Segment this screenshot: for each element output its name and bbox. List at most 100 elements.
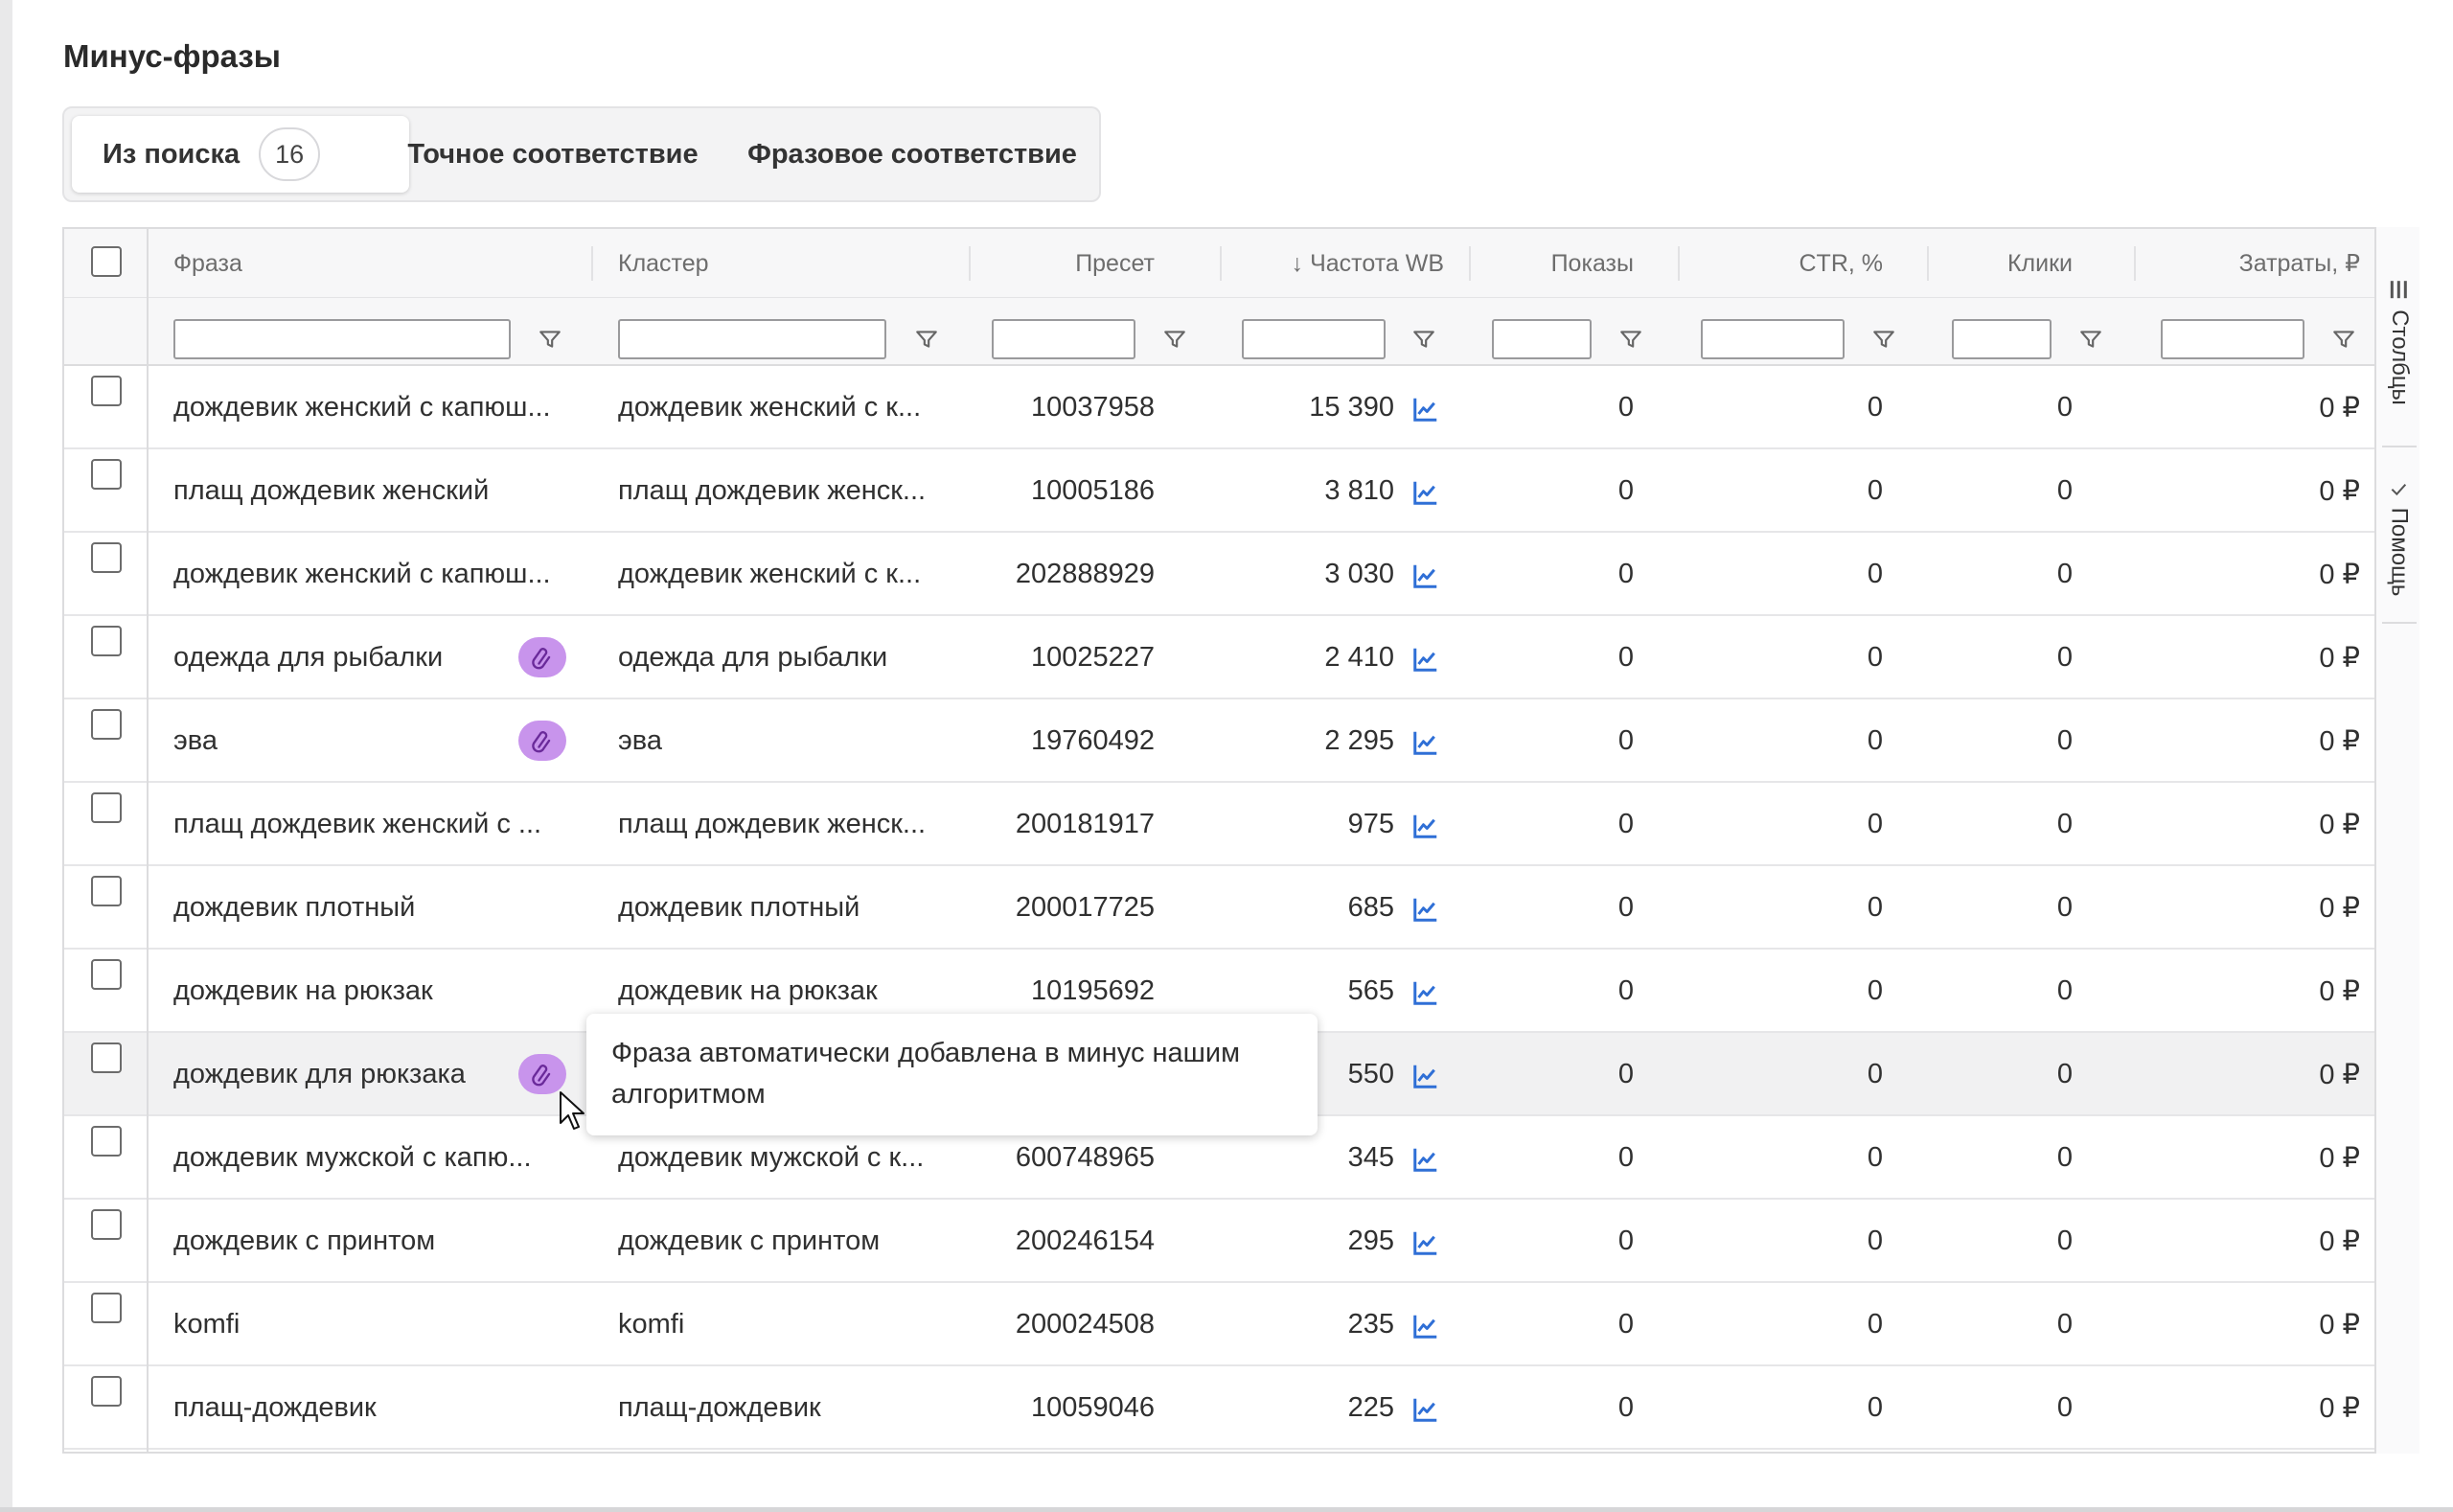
frequency-chart-icon[interactable] — [1411, 728, 1440, 757]
cell-shows: 0 — [1617, 642, 1634, 673]
column-header-preset[interactable]: Пресет — [984, 229, 1155, 298]
table-row[interactable]: дождевик плотный дождевик плотный 20001772… — [64, 866, 2418, 950]
frequency-chart-icon[interactable] — [1411, 1395, 1440, 1424]
cell-cluster: дождевик женский с к... — [618, 392, 922, 423]
filter-icon[interactable] — [1871, 327, 1896, 352]
cell-cluster: дождевик женский с к... — [618, 559, 922, 589]
filter-input-cluster[interactable] — [618, 319, 886, 359]
cell-phrase: дождевик с принтом — [173, 1226, 436, 1256]
filter-input-cost[interactable] — [2161, 319, 2304, 359]
tab-exact-match-label: Точное соответствие — [407, 138, 699, 170]
cell-shows: 0 — [1617, 559, 1634, 589]
cell-cost: 0 ₽ — [2319, 1143, 2360, 1174]
row-checkbox[interactable] — [91, 626, 122, 656]
column-header-phrase[interactable]: Фраза — [173, 229, 413, 298]
frequency-chart-icon[interactable] — [1411, 1228, 1440, 1257]
cell-shows: 0 — [1617, 1226, 1634, 1256]
cell-ctr: 0 — [1867, 1309, 1883, 1340]
auto-minus-badge[interactable] — [518, 721, 566, 761]
cell-clicks: 0 — [2056, 559, 2073, 589]
table-row[interactable]: плащ-дождевик плащ-дождевик 10059046 225 0 0 0… — [64, 1366, 2418, 1450]
row-checkbox[interactable] — [91, 709, 122, 740]
cell-ctr: 0 — [1867, 1226, 1883, 1256]
table-row[interactable]: плащ дождевик женский плащ дождевик женск… — [64, 449, 2418, 533]
row-checkbox[interactable] — [91, 1042, 122, 1073]
filter-input-preset[interactable] — [992, 319, 1135, 359]
cell-preset: 10037958 — [1030, 392, 1155, 423]
cell-cost: 0 ₽ — [2319, 1310, 2360, 1340]
cell-shows: 0 — [1617, 1392, 1634, 1423]
filter-input-ctr[interactable] — [1701, 319, 1845, 359]
auto-minus-badge[interactable] — [518, 637, 566, 677]
row-checkbox[interactable] — [91, 1209, 122, 1240]
tab-phrase-match[interactable]: Фразовое соответствие — [725, 116, 1099, 193]
row-checkbox[interactable] — [91, 1126, 122, 1157]
filter-icon[interactable] — [1162, 327, 1187, 352]
table-row[interactable]: одежда для рыбалки одежда для рыбалки 1002… — [64, 616, 2418, 699]
filter-icon[interactable] — [1411, 327, 1436, 352]
select-all-checkbox[interactable] — [91, 246, 122, 277]
page-title: Минус-фразы — [63, 38, 281, 74]
tab-exact-match[interactable]: Точное соответствие — [380, 116, 725, 193]
row-checkbox[interactable] — [91, 959, 122, 990]
column-header-shows[interactable]: Показы — [1482, 229, 1634, 298]
table-row[interactable]: дождевик женский с капюш... дождевик женс… — [64, 533, 2418, 616]
tab-from-search[interactable]: Из поиска 16 — [72, 116, 409, 193]
column-header-clicks[interactable]: Клики — [1942, 229, 2073, 298]
frequency-chart-icon[interactable] — [1411, 561, 1440, 590]
cell-clicks: 0 — [2056, 392, 2073, 423]
column-header-cost[interactable]: Затраты, ₽ — [2149, 229, 2360, 298]
table-row[interactable]: дождевик с принтом дождевик с принтом 2002… — [64, 1200, 2418, 1283]
filter-icon[interactable] — [538, 327, 562, 352]
cell-phrase: плащ дождевик женский с ... — [173, 809, 542, 839]
cell-shows: 0 — [1617, 392, 1634, 423]
row-checkbox[interactable] — [91, 376, 122, 406]
paperclip-icon — [532, 1065, 551, 1087]
frequency-chart-icon[interactable] — [1411, 812, 1440, 840]
filter-input-phrase[interactable] — [173, 319, 511, 359]
cell-phrase: эва — [173, 725, 218, 756]
filter-input-clicks[interactable] — [1952, 319, 2052, 359]
cell-clicks: 0 — [2056, 1059, 2073, 1089]
cell-shows: 0 — [1617, 725, 1634, 756]
frequency-chart-icon[interactable] — [1411, 1312, 1440, 1340]
column-separator — [969, 246, 971, 281]
table-row[interactable]: komfi komfi 200024508 235 0 0 0 0 ₽ — [64, 1283, 2418, 1366]
cell-freq-wb: 225 — [1347, 1392, 1394, 1423]
row-checkbox[interactable] — [91, 792, 122, 823]
cell-clicks: 0 — [2056, 809, 2073, 839]
filter-input-freq[interactable] — [1242, 319, 1386, 359]
cell-shows: 0 — [1617, 1309, 1634, 1340]
frequency-chart-icon[interactable] — [1411, 645, 1440, 674]
row-checkbox[interactable] — [91, 1293, 122, 1323]
bottom-divider — [0, 1507, 2453, 1512]
frequency-chart-icon[interactable] — [1411, 478, 1440, 507]
frequency-chart-icon[interactable] — [1411, 978, 1440, 1007]
column-header-cluster[interactable]: Кластер — [618, 229, 858, 298]
columns-tool-tab[interactable]: Столбцы — [2376, 275, 2421, 409]
auto-minus-badge[interactable] — [518, 1054, 566, 1094]
table-row[interactable]: дождевик женский с капюш... дождевик женс… — [64, 366, 2418, 449]
frequency-chart-icon[interactable] — [1411, 895, 1440, 924]
cell-cluster: плащ дождевик женск... — [618, 809, 927, 839]
frequency-chart-icon[interactable] — [1411, 1145, 1440, 1174]
frequency-chart-icon[interactable] — [1411, 395, 1440, 424]
filter-icon[interactable] — [1618, 327, 1643, 352]
filter-icon[interactable] — [2078, 327, 2103, 352]
filter-icon[interactable] — [2331, 327, 2356, 352]
row-checkbox[interactable] — [91, 542, 122, 573]
column-header-ctr[interactable]: CTR, % — [1693, 229, 1884, 298]
cell-ctr: 0 — [1867, 975, 1883, 1006]
filter-icon[interactable] — [914, 327, 939, 352]
cell-phrase: одежда для рыбалки — [173, 642, 444, 673]
table-row[interactable]: эва эва 19760492 2 295 0 0 0 0 ₽ — [64, 699, 2418, 783]
help-tool-tab[interactable]: Помощь — [2376, 467, 2421, 610]
table-row[interactable]: плащ дождевик женский с ... плащ дождевик… — [64, 783, 2418, 866]
filter-row — [64, 298, 2418, 366]
filter-input-shows[interactable] — [1492, 319, 1592, 359]
column-header-freq-wb[interactable]: ↓ Частота WB — [1229, 229, 1444, 298]
row-checkbox[interactable] — [91, 459, 122, 490]
frequency-chart-icon[interactable] — [1411, 1062, 1440, 1090]
row-checkbox[interactable] — [91, 1376, 122, 1407]
row-checkbox[interactable] — [91, 876, 122, 906]
